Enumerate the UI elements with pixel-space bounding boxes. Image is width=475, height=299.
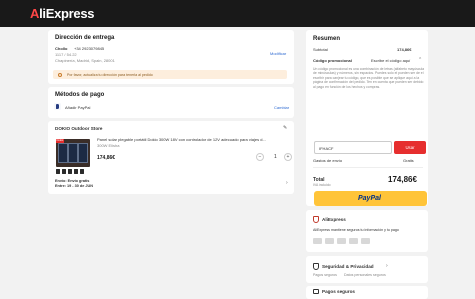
address-line: 1117 / 54.22 [55,52,77,57]
shipping-title: Dirección de entrega [55,35,115,41]
chevron-right-icon[interactable]: › [386,263,388,269]
shield-icon [313,216,319,223]
summary-title: Resumen [313,36,341,42]
paypal-method-label[interactable]: Añadir PayPal [65,105,90,110]
store-name[interactable]: DOKIO Outdoor Store [55,126,102,132]
recipient-phone: +34 2923079845 [74,46,105,51]
total-value: 174,86€ [388,175,417,184]
change-payment-link[interactable]: Cambiar [274,105,289,110]
summary-divider [313,167,423,168]
delivery-estimate: Entre: 19 - 30 de JUN [55,184,93,188]
total-note: IVA incluido [313,183,331,187]
subtotal-value: 174,86€ [397,47,412,52]
personal-data-label: Datos personales seguros [344,273,386,277]
product-title[interactable]: Panel solar plegable portátil Dokio 300W… [97,137,283,142]
paypal-wordmark: PayPal [358,194,381,202]
logo-rest: liExpress [39,6,95,21]
product-card: DOKIO Outdoor Store ✎ Dokio Panel solar … [48,121,294,194]
logo-letter: A [30,6,40,21]
payment-methods-title: Métodos de pago [55,92,105,98]
product-variant[interactable]: 300W Elisha [97,143,119,148]
card-icon [313,289,319,294]
thumbnail[interactable] [68,169,72,174]
chevron-right-icon[interactable]: › [286,180,288,186]
payment-badge [325,238,334,244]
paypal-icon [54,103,61,110]
security-card: Seguridad & Privacidad › Pagos seguros D… [306,256,428,283]
warning-text: Por favor, actualiza tu dirección para t… [67,72,153,77]
thumbnail[interactable] [74,169,78,174]
payment-methods-card: Métodos de pago Añadir PayPal Cambiar [48,87,294,118]
lock-shield-icon [313,263,319,270]
promo-select[interactable]: Escribe el código aquí [371,58,410,63]
panel-cell [58,143,68,163]
promo-label: Código promocional [313,58,352,63]
brand-tag-text: Dokio [56,139,64,142]
address-warning: Por favor, actualiza tu dirección para t… [53,70,287,79]
promo-help-text: Un código promocional es una combinación… [313,67,425,89]
trust-text: AliExpress mantiene seguros tu informaci… [313,228,399,232]
summary-card: Resumen Subtotal 174,86€ Código promocio… [306,30,428,222]
warning-icon [58,72,62,77]
product-price: 174,86€ [97,155,116,161]
paypal-checkout-button[interactable]: PayPal [314,191,427,206]
thumbnail[interactable] [80,169,84,174]
secure-payments-title: Pagos seguros [322,289,355,294]
secure-payments-card: Pagos seguros [306,286,428,299]
quantity-value[interactable]: 1 [274,154,277,160]
subtotal-label: Subtotal [313,47,328,52]
secure-payments-label: Pagos seguros [313,273,337,277]
aliexpress-logo[interactable]: AliExpress [30,6,95,21]
top-bar: AliExpress [0,0,475,27]
promo-code-input[interactable]: IFHACF [314,141,392,154]
thumbnail[interactable] [62,169,66,174]
security-title[interactable]: Seguridad & Privacidad [322,264,374,270]
edit-address-link[interactable]: Modificar [270,51,286,56]
trust-brand: AliExpress [322,217,346,222]
panel-cell [68,143,78,163]
product-image[interactable]: Dokio [56,139,90,167]
thumbnail[interactable] [56,169,60,174]
edit-icon[interactable]: ✎ [283,125,287,131]
address-city: Chapinería, Madrid, Spain, 28001 [55,58,115,63]
payment-badge [337,238,346,244]
payment-badge [313,238,322,244]
recipient-name: Chollo [55,46,68,51]
panel-cell [78,143,88,163]
shipping-cost-label: Gastos de envío [313,158,343,163]
use-promo-button[interactable]: Usar [394,141,426,154]
shipping-card: Dirección de entrega Chollo +34 29230798… [48,30,294,84]
chevron-up-icon[interactable]: ⌃ [418,57,422,63]
shipping-cost-value: Gratis [403,158,414,163]
trust-card: AliExpress AliExpress mantiene seguros t… [306,210,428,252]
increase-quantity-button[interactable]: + [284,153,292,161]
payment-badge [361,238,370,244]
payment-badge [349,238,358,244]
decrease-quantity-button[interactable]: − [256,153,264,161]
